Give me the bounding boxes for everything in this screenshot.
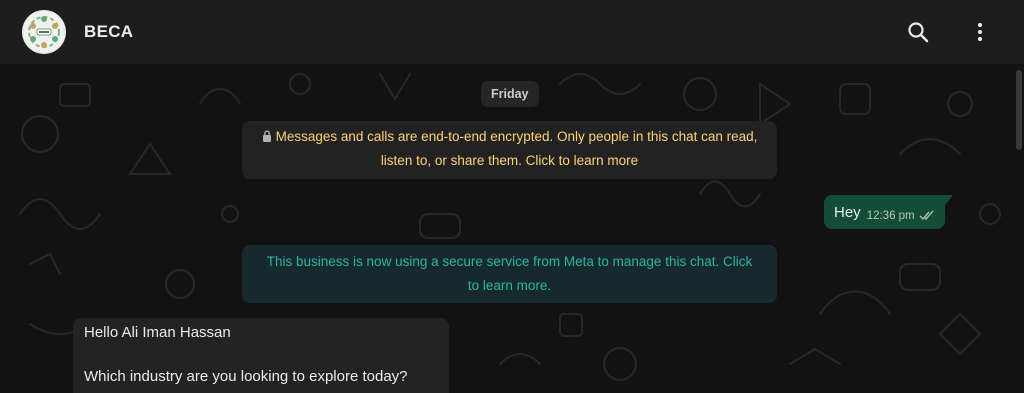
message-list[interactable]: Friday Messages and calls are end-to-end…: [0, 64, 1024, 393]
lock-icon: [262, 130, 271, 142]
message-time: 12:36 pm: [866, 209, 915, 222]
business-notice-text: This business is now using a secure serv…: [266, 254, 753, 293]
menu-button[interactable]: [964, 16, 996, 48]
encryption-notice[interactable]: Messages and calls are end-to-end encryp…: [242, 121, 777, 179]
message-line: Hello Ali Iman Hassan: [84, 324, 231, 341]
search-button[interactable]: [902, 16, 934, 48]
header-actions: [902, 16, 996, 48]
whatsapp-chat-window: BECA Friday Messages and calls are end-t…: [0, 0, 1024, 393]
encryption-notice-text: Messages and calls are end-to-end encryp…: [275, 129, 758, 168]
avatar[interactable]: [22, 10, 66, 54]
message-meta: 12:36 pm: [867, 210, 935, 222]
message-line: Which industry are you looking to explor…: [84, 368, 408, 385]
outgoing-message[interactable]: Hey 12:36 pm: [824, 195, 953, 229]
kebab-menu-icon: [978, 23, 982, 41]
search-icon: [908, 22, 929, 43]
chat-title[interactable]: BECA: [84, 22, 133, 42]
double-check-icon: [919, 210, 934, 221]
date-divider: Friday: [481, 81, 539, 107]
incoming-message[interactable]: Hello Ali Iman Hassan Which industry are…: [73, 318, 449, 393]
chat-header: BECA: [0, 0, 1024, 64]
bubble-tail: [944, 195, 953, 205]
message-text: Hey: [834, 203, 861, 221]
beca-logo-icon: [23, 11, 65, 53]
business-notice[interactable]: This business is now using a secure serv…: [242, 245, 777, 303]
scrollbar[interactable]: [1016, 70, 1022, 150]
